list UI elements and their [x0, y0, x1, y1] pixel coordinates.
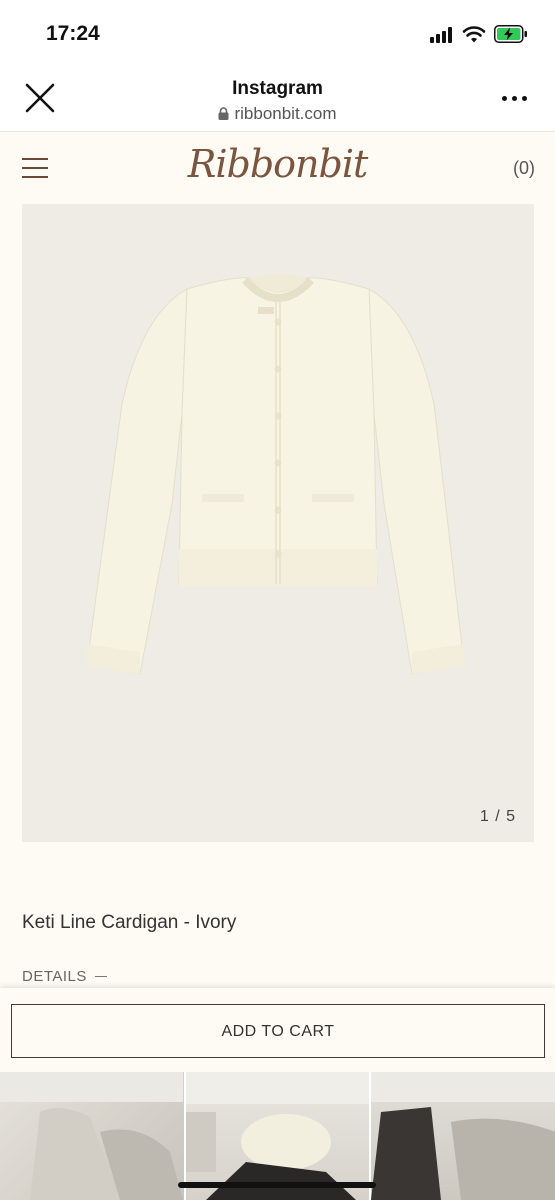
thumbnail-strip: [0, 1072, 555, 1200]
product-name: Keti Line Cardigan - Ivory: [22, 912, 237, 933]
lock-icon: [218, 107, 229, 120]
thumbnail[interactable]: [0, 1072, 186, 1200]
cardigan-illustration: [85, 274, 466, 675]
browser-url-row[interactable]: ribbonbit.com: [0, 104, 555, 124]
thumbnail-image: [0, 1072, 183, 1200]
wifi-icon: [462, 26, 486, 43]
more-icon[interactable]: [502, 94, 528, 102]
thumbnail[interactable]: [185, 1072, 372, 1200]
status-time: 17:24: [46, 22, 100, 45]
battery-charging-icon: [494, 25, 527, 43]
product-image[interactable]: 1 / 5: [22, 204, 534, 842]
signal-icon: [430, 27, 454, 43]
site-header: Ribbonbit (0): [0, 132, 555, 204]
thumbnail[interactable]: [371, 1072, 555, 1200]
browser-title: Instagram: [232, 78, 323, 99]
image-counter: 1 / 5: [479, 808, 516, 825]
details-toggle[interactable]: DETAILS: [22, 968, 107, 985]
cart-count[interactable]: (0): [513, 158, 535, 179]
home-indicator: [178, 1182, 376, 1188]
browser-url: ribbonbit.com: [234, 104, 337, 123]
browser-header: Instagram ribbonbit.com: [0, 66, 555, 132]
details-label: DETAILS: [22, 968, 87, 985]
cart-bar: ADD TO CART: [0, 988, 555, 1072]
status-bar: 17:24: [0, 0, 555, 66]
thumbnail-image: [371, 1072, 555, 1200]
add-to-cart-button[interactable]: ADD TO CART: [11, 1004, 545, 1058]
site-logo[interactable]: Ribbonbit: [0, 142, 555, 186]
thumbnail-image: [185, 1072, 370, 1200]
collapse-dash-icon: [94, 976, 107, 977]
